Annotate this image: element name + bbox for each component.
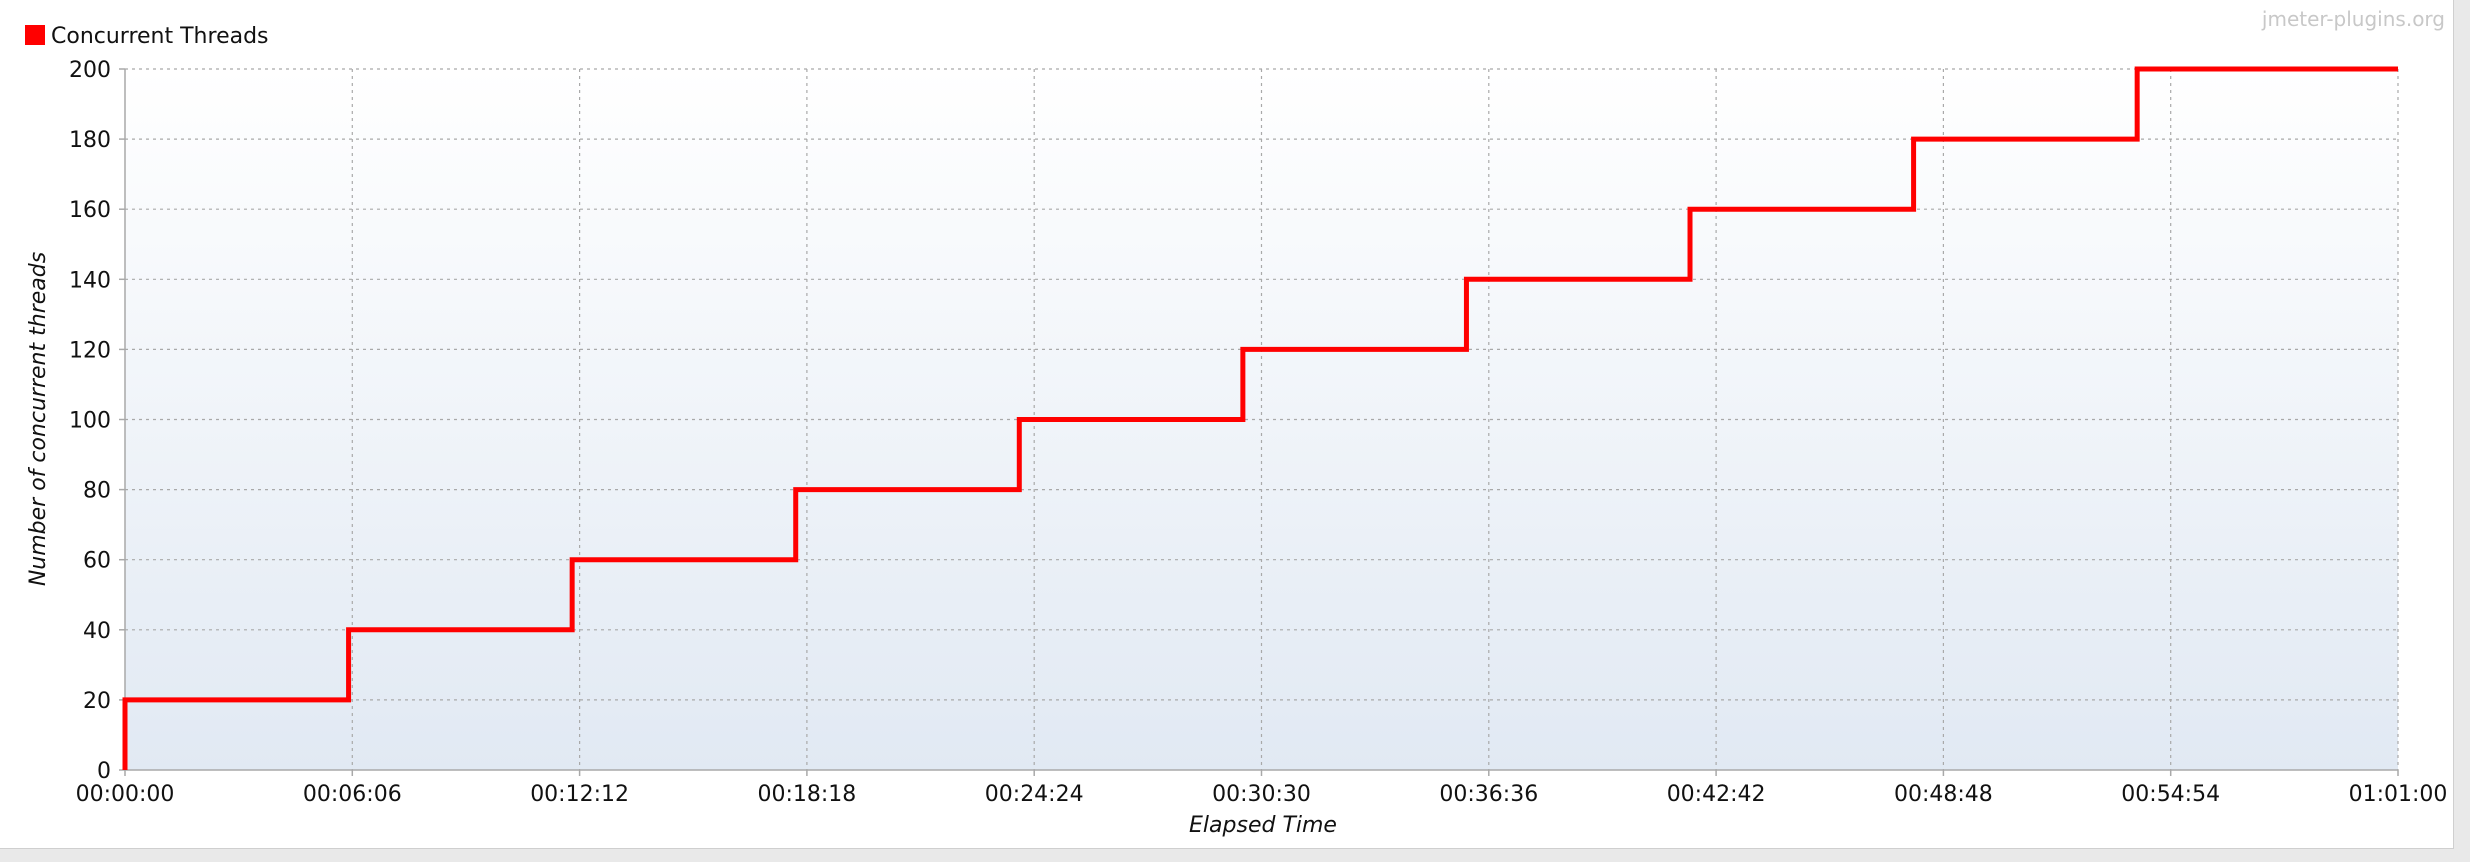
x-tick-label: 00:06:06 [303, 782, 402, 807]
legend-label: Concurrent Threads [51, 24, 269, 49]
chart-svg: Concurrent Threads jmeter-plugins.org 00… [25, 7, 2448, 838]
legend: Concurrent Threads [25, 24, 269, 49]
x-tick-label: 00:18:18 [757, 782, 856, 807]
y-tick-label: 20 [83, 689, 111, 714]
y-tick-label: 80 [83, 479, 111, 504]
y-tick-label: 0 [97, 759, 111, 784]
x-tick-label: 00:12:12 [530, 782, 629, 807]
x-ticks: 00:00:00 00:06:06 00:12:12 00:18:18 00:24:24… [76, 770, 2448, 807]
y-tick-label: 100 [69, 409, 111, 434]
y-tick-label: 160 [69, 198, 111, 223]
y-tick-label: 140 [69, 268, 111, 293]
watermark: jmeter-plugins.org [2261, 7, 2445, 31]
x-tick-label: 00:48:48 [1894, 782, 1993, 807]
legend-swatch [25, 25, 45, 45]
y-tick-label: 60 [83, 549, 111, 574]
y-tick-label: 40 [83, 619, 111, 644]
chart-panel: Concurrent Threads jmeter-plugins.org 00… [0, 0, 2454, 849]
x-axis-title: Elapsed Time [1189, 813, 1337, 838]
y-axis-title: Number of concurrent threads [26, 252, 51, 586]
y-tick-label: 200 [69, 58, 111, 83]
x-tick-label: 00:42:42 [1667, 782, 1766, 807]
y-tick-label: 120 [69, 338, 111, 363]
x-tick-label: 00:00:00 [76, 782, 175, 807]
x-tick-label: 00:54:54 [2121, 782, 2220, 807]
x-tick-label: 01:01:00 [2349, 782, 2448, 807]
y-tick-label: 180 [69, 128, 111, 153]
y-ticks: 0 20 40 60 80 100 120 140 160 180 200 [69, 58, 125, 784]
x-tick-label: 00:36:36 [1439, 782, 1538, 807]
x-tick-label: 00:24:24 [985, 782, 1084, 807]
x-tick-label: 00:30:30 [1212, 782, 1311, 807]
